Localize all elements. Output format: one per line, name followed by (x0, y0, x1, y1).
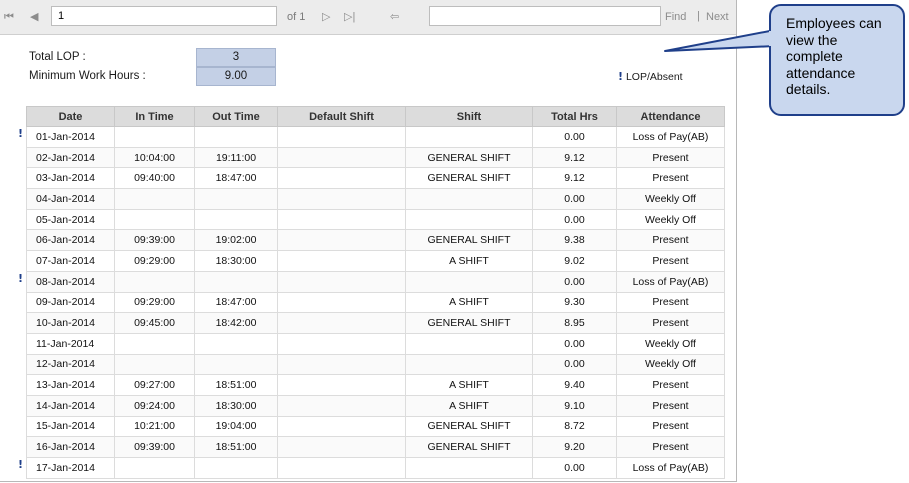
callout-text: Employees can view the complete attendan… (786, 15, 882, 98)
callout-note: Employees can view the complete attendan… (769, 4, 905, 116)
